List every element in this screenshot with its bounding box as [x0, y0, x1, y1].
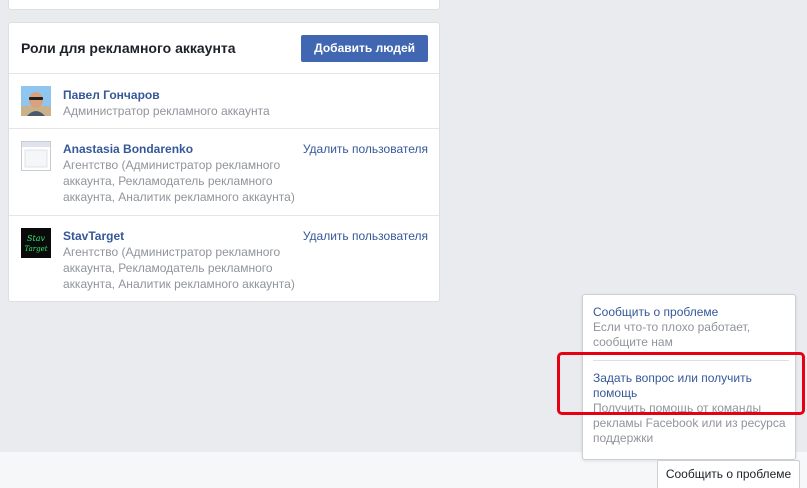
user-role: Агентство (Администратор рекламного акка… [63, 158, 295, 204]
card-header: Роли для рекламного аккаунта Добавить лю… [9, 23, 439, 74]
user-role: Администратор рекламного аккаунта [63, 104, 270, 118]
user-avatar[interactable]: Stav Target [21, 228, 51, 258]
logo-text-1: Stav [27, 234, 45, 243]
help-item-description: Если что-то плохо работает, сообщите нам [593, 320, 751, 349]
page-placeholder-icon [22, 142, 50, 168]
user-name-link[interactable]: Павел Гончаров [63, 88, 160, 102]
user-name-link[interactable]: Anastasia Bondarenko [63, 142, 193, 156]
highlight-box [557, 352, 805, 415]
user-name-link[interactable]: StavTarget [63, 229, 124, 243]
add-people-button[interactable]: Добавить людей [301, 35, 428, 62]
user-avatar[interactable] [21, 141, 51, 171]
user-row-1: Павел Гончаров Администратор рекламного … [9, 74, 439, 129]
ad-account-roles-card: Роли для рекламного аккаунта Добавить лю… [8, 22, 440, 302]
logo-text-2: Target [24, 245, 47, 253]
remove-user-link[interactable]: Удалить пользователя [303, 229, 428, 243]
user-photo-icon [21, 86, 51, 116]
previous-card [8, 0, 440, 10]
help-item-report[interactable]: Сообщить о проблеме Если что-то плохо ра… [593, 305, 789, 350]
user-row-3: Stav Target StavTarget Агентство (Админи… [9, 216, 439, 301]
user-role: Агентство (Администратор рекламного акка… [63, 245, 295, 291]
remove-user-link[interactable]: Удалить пользователя [303, 142, 428, 156]
help-item-title[interactable]: Сообщить о проблеме [593, 305, 789, 320]
stavtarget-logo-icon: Stav Target [21, 228, 51, 258]
user-row-2: Anastasia Bondarenko Агентство (Админист… [9, 129, 439, 216]
user-avatar[interactable] [21, 86, 51, 116]
report-problem-button[interactable]: Сообщить о проблеме [657, 460, 800, 488]
card-title: Роли для рекламного аккаунта [21, 40, 236, 56]
